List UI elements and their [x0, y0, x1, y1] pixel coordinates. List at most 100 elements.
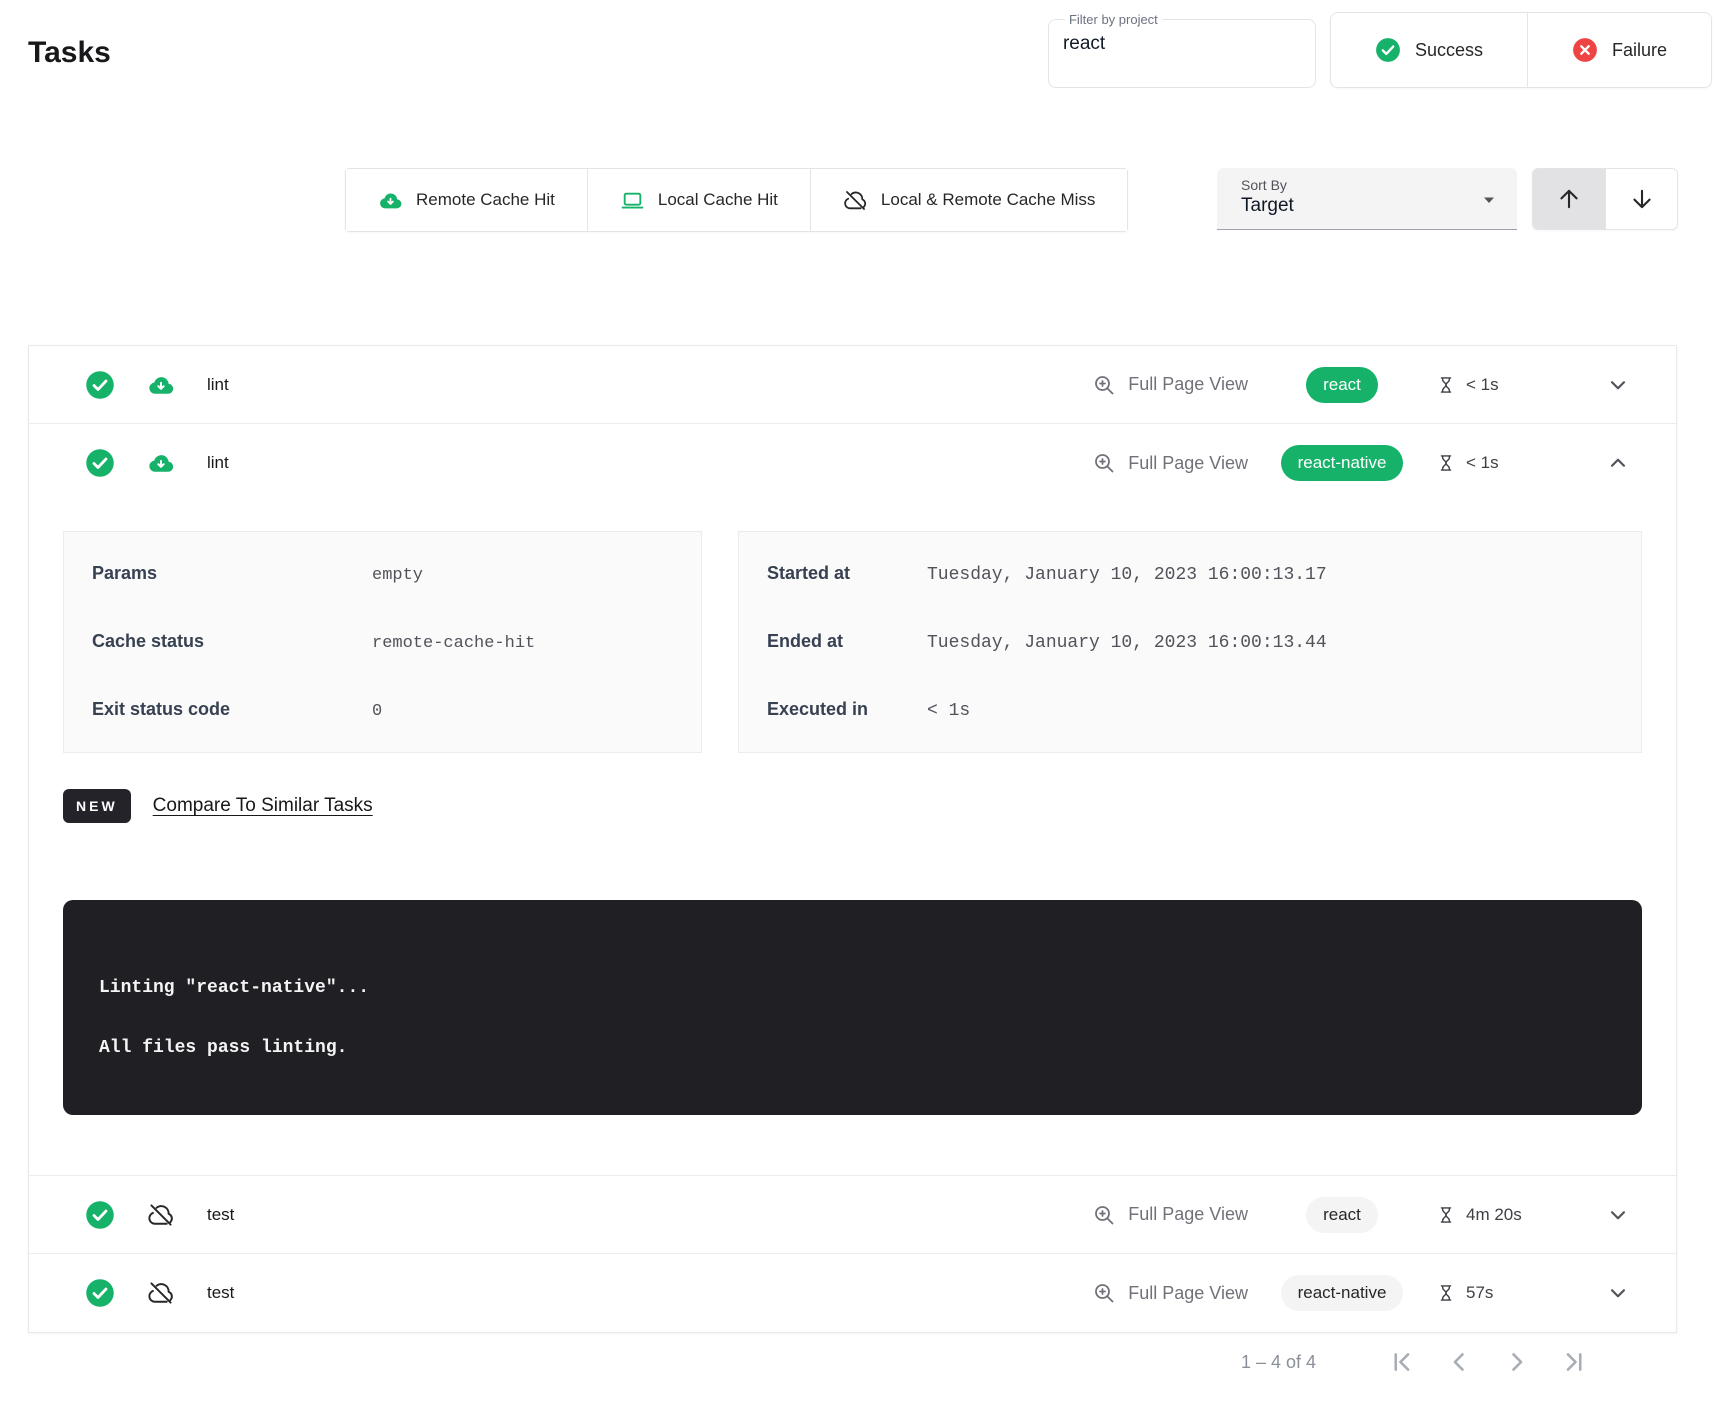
expand-row-button[interactable]: [1586, 1202, 1650, 1228]
sort-direction-group: [1532, 168, 1678, 230]
project-badge[interactable]: react: [1306, 1197, 1378, 1233]
ended-at-row: Ended at Tuesday, January 10, 2023 16:00…: [739, 608, 1641, 676]
sort-descending-button[interactable]: [1605, 169, 1677, 229]
task-row[interactable]: test Full Page View react-native 57s: [29, 1254, 1676, 1332]
success-check-icon: [85, 1278, 115, 1308]
select-caret-icon: [1477, 188, 1501, 212]
last-page-button[interactable]: [1546, 1348, 1604, 1376]
local-cache-hit-filter-button[interactable]: Local Cache Hit: [587, 169, 810, 231]
zoom-in-icon: [1092, 451, 1116, 475]
failure-filter-label: Failure: [1612, 40, 1667, 61]
full-page-view-button[interactable]: Full Page View: [1092, 451, 1248, 475]
new-badge: NEW: [63, 789, 131, 823]
terminal-output: Linting "react-native"... All files pass…: [63, 900, 1642, 1115]
duration: < 1s: [1436, 374, 1586, 396]
cloud-off-icon: [843, 188, 868, 213]
ended-at-label: Ended at: [767, 631, 927, 652]
top-filter-bar: Filter by project Success Failure: [1048, 12, 1712, 88]
project-badge[interactable]: react-native: [1281, 445, 1404, 481]
project-filter-field[interactable]: Filter by project: [1048, 12, 1316, 88]
executed-in-value: < 1s: [927, 701, 970, 721]
task-row-left: lint: [29, 370, 229, 400]
duration-text: 57s: [1466, 1283, 1493, 1303]
success-check-icon: [85, 370, 115, 400]
full-page-view-label: Full Page View: [1128, 453, 1248, 474]
cache-status-label: Cache status: [92, 631, 372, 652]
task-row-left: test: [29, 1200, 234, 1230]
task-row-right: Full Page View react 4m 20s: [1092, 1197, 1676, 1233]
chevron-up-icon: [1605, 450, 1631, 476]
success-check-icon: [85, 448, 115, 478]
sort-by-select[interactable]: Sort By Target: [1217, 168, 1517, 230]
ended-at-value: Tuesday, January 10, 2023 16:00:13.44: [927, 633, 1327, 653]
success-filter-button[interactable]: Success: [1331, 13, 1527, 87]
cache-miss-icon: [147, 1201, 175, 1229]
duration: < 1s: [1436, 452, 1586, 474]
collapse-row-button[interactable]: [1586, 450, 1650, 476]
task-meta-card: Params empty Cache status remote-cache-h…: [63, 531, 702, 753]
full-page-view-button[interactable]: Full Page View: [1092, 1203, 1248, 1227]
expand-row-button[interactable]: [1586, 1280, 1650, 1306]
cache-miss-filter-button[interactable]: Local & Remote Cache Miss: [810, 169, 1127, 231]
compare-to-similar-tasks-link[interactable]: Compare To Similar Tasks: [153, 795, 373, 817]
task-name: test: [207, 1205, 234, 1225]
compare-row: NEW Compare To Similar Tasks: [63, 789, 1642, 823]
next-page-button[interactable]: [1488, 1348, 1546, 1376]
full-page-view-button[interactable]: Full Page View: [1092, 1281, 1248, 1305]
exit-code-label: Exit status code: [92, 699, 372, 720]
task-row[interactable]: lint Full Page View react-native: [29, 424, 1676, 502]
first-page-button[interactable]: [1372, 1348, 1430, 1376]
zoom-in-icon: [1092, 1203, 1116, 1227]
sort-by-value: Target: [1241, 195, 1499, 217]
project-badge[interactable]: react-native: [1281, 1275, 1404, 1311]
project-filter-input[interactable]: [1063, 33, 1301, 55]
task-name: lint: [207, 375, 229, 395]
terminal-line: All files pass linting.: [99, 1038, 1606, 1058]
full-page-view-label: Full Page View: [1128, 1283, 1248, 1304]
sort-by-label: Sort By: [1241, 177, 1499, 193]
cache-miss-icon: [147, 1279, 175, 1307]
remote-cache-hit-filter-button[interactable]: Remote Cache Hit: [346, 169, 587, 231]
zoom-in-icon: [1092, 373, 1116, 397]
task-name: lint: [207, 453, 229, 473]
params-row: Params empty: [64, 540, 701, 608]
project-filter-label: Filter by project: [1065, 12, 1162, 27]
expand-row-button[interactable]: [1586, 372, 1650, 398]
status-toggle-group: Success Failure: [1330, 12, 1712, 88]
laptop-icon: [620, 188, 645, 213]
page-range-text: 1 – 4 of 4: [1241, 1352, 1316, 1373]
task-row-right: Full Page View react-native 57s: [1092, 1275, 1676, 1311]
full-page-view-button[interactable]: Full Page View: [1092, 373, 1248, 397]
project-badge[interactable]: react: [1306, 367, 1378, 403]
hourglass-icon: [1436, 452, 1456, 474]
task-timing-card: Started at Tuesday, January 10, 2023 16:…: [738, 531, 1642, 753]
tasks-page: Tasks Filter by project Success Failure: [0, 0, 1716, 1418]
task-row[interactable]: lint Full Page View react < 1s: [29, 346, 1676, 424]
duration: 57s: [1436, 1282, 1586, 1304]
success-check-icon: [85, 1200, 115, 1230]
local-cache-hit-label: Local Cache Hit: [658, 190, 778, 210]
cache-miss-label: Local & Remote Cache Miss: [881, 190, 1095, 210]
executed-in-row: Executed in < 1s: [739, 676, 1641, 744]
cache-status-row: Cache status remote-cache-hit: [64, 608, 701, 676]
task-row-left: lint: [29, 448, 229, 478]
duration-text: < 1s: [1466, 453, 1499, 473]
exit-code-row: Exit status code 0: [64, 676, 701, 744]
terminal-line: Linting "react-native"...: [99, 978, 1606, 998]
duration-text: < 1s: [1466, 375, 1499, 395]
last-page-icon: [1561, 1348, 1589, 1376]
previous-page-button[interactable]: [1430, 1348, 1488, 1376]
task-detail-panel: Params empty Cache status remote-cache-h…: [29, 502, 1676, 1175]
task-row[interactable]: test Full Page View react 4m 20s: [29, 1176, 1676, 1254]
sort-ascending-button[interactable]: [1533, 169, 1605, 229]
full-page-view-label: Full Page View: [1128, 374, 1248, 395]
task-list: lint Full Page View react < 1s: [28, 345, 1677, 1333]
task-row-left: test: [29, 1278, 234, 1308]
task-row-right: Full Page View react < 1s: [1092, 367, 1676, 403]
chevron-down-icon: [1605, 1280, 1631, 1306]
params-value: empty: [372, 566, 423, 585]
first-page-icon: [1387, 1348, 1415, 1376]
hourglass-icon: [1436, 1282, 1456, 1304]
failure-filter-button[interactable]: Failure: [1527, 13, 1711, 87]
started-at-value: Tuesday, January 10, 2023 16:00:13.17: [927, 565, 1327, 585]
